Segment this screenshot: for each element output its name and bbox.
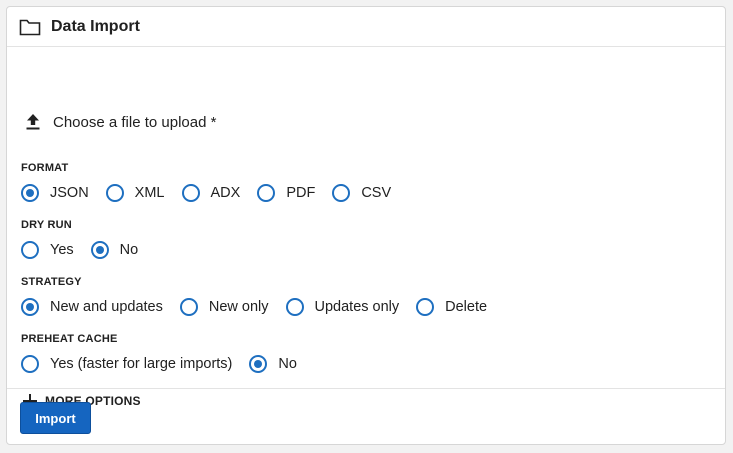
strategy-option-delete[interactable]: Delete	[416, 298, 487, 316]
format-option-json[interactable]: JSON	[21, 184, 89, 202]
card-header: Data Import	[7, 7, 725, 47]
radio-button[interactable]	[179, 298, 198, 316]
radio-button[interactable]	[21, 355, 39, 373]
upload-icon	[25, 113, 41, 131]
radio-button[interactable]	[105, 184, 124, 202]
import-form: Choose a file to upload * FORMAT JSON XM…	[7, 47, 725, 408]
radio-button-selected[interactable]	[249, 355, 268, 373]
radio-button[interactable]	[416, 298, 435, 316]
file-upload-control[interactable]: Choose a file to upload *	[25, 113, 216, 131]
format-radio-group: JSON XML ADX PDF CSV	[21, 182, 408, 204]
radio-button[interactable]	[257, 184, 276, 202]
preheat-cache-option-no[interactable]: No	[249, 355, 297, 373]
radio-button[interactable]	[21, 241, 39, 259]
strategy-option-updates-only[interactable]: Updates only	[285, 298, 399, 316]
preheat-cache-group-label: PREHEAT CACHE	[21, 333, 118, 345]
preheat-cache-radio-group: Yes (faster for large imports) No	[21, 353, 314, 375]
radio-button-selected[interactable]	[21, 184, 39, 202]
radio-button[interactable]	[181, 184, 200, 202]
dry-run-option-no[interactable]: No	[90, 241, 138, 259]
dry-run-group-label: DRY RUN	[21, 219, 72, 231]
page-title: Data Import	[51, 17, 140, 35]
format-option-csv[interactable]: CSV	[332, 184, 391, 202]
radio-button[interactable]	[285, 298, 304, 316]
upload-label: Choose a file to upload *	[53, 113, 217, 131]
strategy-option-new-and-updates[interactable]: New and updates	[21, 298, 163, 316]
dry-run-radio-group: Yes No	[21, 239, 155, 261]
format-option-xml[interactable]: XML	[105, 184, 165, 202]
format-group-label: FORMAT	[21, 162, 69, 174]
radio-button[interactable]	[332, 184, 351, 202]
import-button[interactable]: Import	[20, 402, 91, 434]
folder-icon	[19, 18, 41, 36]
strategy-group-label: STRATEGY	[21, 276, 82, 288]
strategy-radio-group: New and updates New only Updates only De…	[21, 296, 504, 318]
format-option-adx[interactable]: ADX	[181, 184, 240, 202]
preheat-cache-option-yes[interactable]: Yes (faster for large imports)	[21, 355, 232, 373]
radio-button-selected[interactable]	[21, 298, 39, 316]
radio-button-selected[interactable]	[90, 241, 109, 259]
card-footer: Import	[7, 390, 725, 444]
strategy-option-new-only[interactable]: New only	[179, 298, 269, 316]
dry-run-option-yes[interactable]: Yes	[21, 241, 74, 259]
format-option-pdf[interactable]: PDF	[257, 184, 315, 202]
data-import-card: Data Import Choose a file to upload * FO…	[6, 6, 726, 445]
